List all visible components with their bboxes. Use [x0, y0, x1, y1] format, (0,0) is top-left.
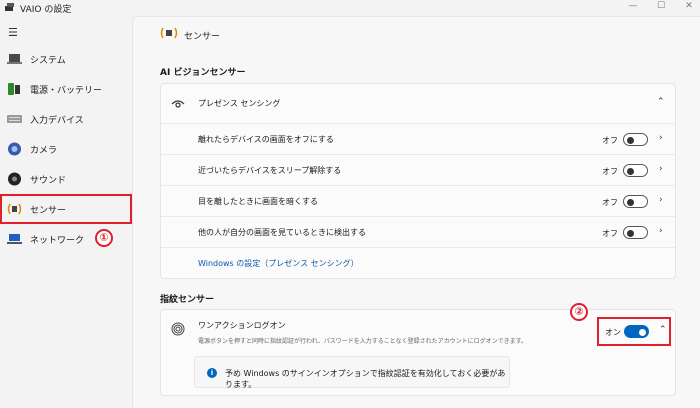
eye-icon [171, 100, 185, 108]
one-action-logon-title: ワンアクションログオン [198, 321, 286, 330]
presence-sensing-label: プレゼンス センシング [198, 99, 281, 108]
chevron-right-icon[interactable]: › [659, 195, 663, 205]
sidebar-item-sensor[interactable]: センサー [0, 194, 132, 224]
close-button[interactable]: ✕ [682, 1, 696, 11]
presence-sensing-header[interactable]: プレゼンス センシング ⌃ [161, 84, 675, 124]
sidebar-item-sound[interactable]: サウンド [0, 164, 132, 194]
setting-label: 離れたらデバイスの画面をオフにする [198, 135, 334, 144]
sidebar: システム 電源・バッテリー 入力デバイス カメラ サウンド センサー ネットワー… [0, 44, 132, 254]
chevron-up-icon[interactable]: ⌃ [657, 97, 665, 107]
speaker-icon [8, 172, 21, 186]
camera-icon [8, 142, 21, 156]
laptop-icon [7, 54, 22, 64]
setting-row: 近づいたらデバイスをスリープ解除する オフ › [161, 155, 675, 186]
keyboard-icon [7, 115, 22, 123]
sidebar-item-label: 入力デバイス [30, 115, 84, 126]
sidebar-item-system[interactable]: システム [0, 44, 132, 74]
section-title-fingerprint: 指紋センサー [160, 295, 215, 305]
toggle-switch[interactable] [623, 195, 648, 208]
sidebar-item-label: サウンド [30, 175, 67, 186]
vaio-app-icon [5, 3, 14, 11]
network-icon [7, 234, 22, 244]
setting-row: 目を離したときに画面を暗くする オフ › [161, 186, 675, 217]
toggle-state-text: オフ [602, 229, 618, 238]
sidebar-item-input-devices[interactable]: 入力デバイス [0, 104, 132, 134]
link-row: Windows の設定（プレゼンス センシング） [161, 248, 675, 279]
setting-row: 離れたらデバイスの画面をオフにする オフ › [161, 124, 675, 155]
sensor-icon [7, 203, 22, 215]
toggle-switch[interactable] [623, 133, 648, 146]
page-title: センサー [184, 32, 221, 42]
setting-label: 目を離したときに画面を暗くする [198, 197, 318, 206]
sidebar-item-camera[interactable]: カメラ [0, 134, 132, 164]
sidebar-item-label: 電源・バッテリー [30, 85, 103, 96]
setting-label: 他の人が自分の画面を見ているときに検出する [198, 228, 366, 237]
sidebar-item-label: カメラ [30, 145, 58, 156]
section-title-ai-vision: AI ビジョンセンサー [160, 68, 246, 78]
toggle-switch[interactable] [623, 164, 648, 177]
presence-sensing-card: プレゼンス センシング ⌃ 離れたらデバイスの画面をオフにする オフ › 近づい… [160, 83, 676, 279]
maximize-button[interactable]: ☐ [654, 1, 668, 11]
info-icon: i [207, 368, 217, 378]
annotation-marker-2: ② [570, 303, 588, 321]
sidebar-item-label: センサー [30, 205, 67, 216]
chevron-right-icon[interactable]: › [659, 226, 663, 236]
sidebar-item-label: ネットワーク [30, 235, 85, 246]
menu-hamburger-icon[interactable]: ☰ [8, 26, 18, 39]
chevron-right-icon[interactable]: › [659, 133, 663, 143]
setting-label: 近づいたらデバイスをスリープ解除する [198, 166, 342, 175]
toggle-switch[interactable] [623, 226, 648, 239]
minimize-button[interactable]: — [626, 1, 640, 11]
info-box: i 予め Windows のサインインオプションで指紋認証を有効化しておく必要が… [194, 356, 510, 389]
info-text: 予め Windows のサインインオプションで指紋認証を有効化しておく必要があり… [225, 369, 506, 389]
chevron-right-icon[interactable]: › [659, 164, 663, 174]
fingerprint-icon [171, 322, 185, 336]
battery-icon [8, 83, 20, 95]
toggle-state-text: オフ [602, 198, 618, 207]
annotation-marker-1: ① [95, 229, 113, 247]
title-bar: VAIO の設定 — ☐ ✕ [0, 0, 700, 16]
sidebar-item-label: システム [30, 55, 66, 66]
window-title: VAIO の設定 [20, 5, 72, 15]
setting-row: 他の人が自分の画面を見ているときに検出する オフ › [161, 217, 675, 248]
toggle-state-text: オフ [602, 167, 618, 176]
toggle-state-text: オフ [602, 136, 618, 145]
sidebar-item-power[interactable]: 電源・バッテリー [0, 74, 132, 104]
windows-presence-settings-link[interactable]: Windows の設定（プレゼンス センシング） [198, 258, 359, 269]
sensor-icon [160, 27, 178, 39]
highlight-box-toggle [597, 317, 671, 346]
one-action-logon-description: 電源ボタンを押すと同時に指紋認証が行われ、パスワードを入力することなく登録された… [198, 338, 527, 345]
